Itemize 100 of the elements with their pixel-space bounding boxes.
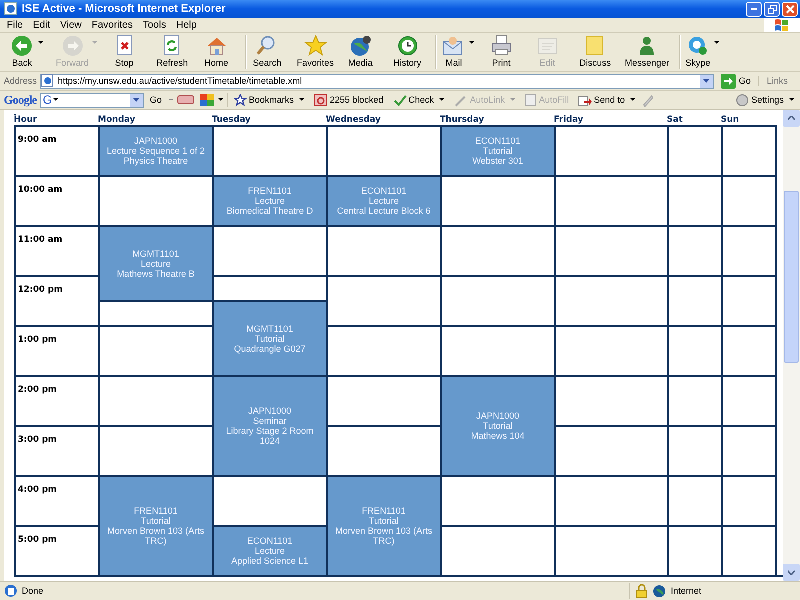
refresh-button[interactable]: Refresh	[150, 35, 196, 69]
mail-button[interactable]: Mail	[435, 35, 482, 69]
dropdown-arrow-icon	[714, 41, 720, 45]
course-code: FREN1101	[248, 186, 292, 196]
page-icon	[4, 2, 18, 16]
discuss-button[interactable]: Discuss	[573, 35, 620, 69]
globe-icon	[653, 584, 666, 598]
settings-button[interactable]: Settings	[733, 94, 798, 106]
hour-label: 3:00 pm	[18, 435, 58, 445]
class-room: Biomedical Theatre D	[226, 206, 314, 216]
zone-label: Internet	[671, 586, 702, 596]
menu-item[interactable]: Favorites	[86, 20, 138, 30]
class-type: Lecture	[254, 546, 286, 556]
star-icon	[234, 94, 248, 106]
class-type: Tutorial	[483, 146, 513, 156]
page-icon	[4, 584, 18, 598]
go-button[interactable]: Go	[147, 95, 166, 105]
history-button[interactable]: History	[386, 35, 432, 69]
course-code: FREN1101	[362, 506, 406, 516]
sendto-button[interactable]: Send to	[575, 94, 640, 106]
favorites-button[interactable]: Favorites	[291, 35, 340, 69]
pencil-icon	[642, 93, 654, 107]
form-icon	[525, 94, 538, 106]
dropdown-arrow-icon	[789, 98, 795, 102]
scrollbar[interactable]	[783, 110, 800, 581]
dropdown-arrow-icon	[510, 98, 516, 102]
close-button[interactable]	[782, 2, 798, 16]
course-code: ECON1101	[475, 136, 521, 146]
class-room: Mathews 104	[471, 431, 525, 441]
minimize-icon	[751, 8, 757, 10]
close-icon	[786, 4, 794, 14]
dropdown-arrow-icon	[630, 98, 636, 102]
page-icon	[41, 74, 56, 88]
class-room: Library Stage 2 Room 1024	[225, 426, 315, 446]
hour-label: 2:00 pm	[18, 385, 58, 395]
class-room: Webster 301	[472, 156, 524, 166]
caret-up-icon	[788, 116, 795, 121]
bookmarks-button[interactable]: Bookmarks	[231, 94, 308, 106]
hour-label: 9:00 am	[18, 135, 57, 145]
search-field[interactable]: G	[40, 92, 144, 108]
google-logo: Google	[4, 92, 37, 108]
class-room: Quadrangle G027	[234, 344, 306, 354]
star-icon	[304, 35, 328, 57]
course-code: JAPN1000	[248, 406, 292, 416]
printer-icon	[490, 35, 514, 57]
class-type: Tutorial	[369, 516, 399, 526]
menu-item[interactable]: Tools	[138, 20, 172, 30]
dropdown-arrow-icon[interactable]	[218, 98, 224, 102]
windows-logo-icon	[764, 18, 800, 32]
class-type: Lecture Sequence 1 of 2	[106, 146, 206, 156]
links-button[interactable]: Links	[758, 76, 796, 86]
restore-button[interactable]	[764, 2, 780, 16]
class-type: Tutorial	[141, 516, 171, 526]
class-type: Lecture	[140, 258, 172, 268]
blocked-button[interactable]: 2255 blocked	[311, 94, 387, 106]
dropdown-arrow-icon	[299, 98, 306, 102]
minimize-button[interactable]	[746, 2, 762, 16]
media-button[interactable]: Media	[340, 35, 386, 69]
menu-item[interactable]: Help	[171, 20, 202, 30]
stop-button[interactable]: Stop	[104, 35, 150, 69]
course-code: ECON1101	[361, 186, 407, 196]
hour-label: 10:00 am	[18, 185, 63, 195]
class-room: Mathews Theatre B	[117, 268, 195, 278]
back-button[interactable]: Back	[4, 35, 50, 69]
gear-icon	[736, 94, 750, 106]
hour-label: 1:00 pm	[18, 335, 58, 345]
dropdown-arrow-icon	[92, 41, 98, 45]
class-type: Lecture	[368, 196, 400, 206]
check-button[interactable]: Check	[390, 94, 448, 106]
dropdown-arrow-icon[interactable]	[53, 98, 60, 102]
go-button[interactable]: Go	[716, 74, 755, 88]
search-button[interactable]: Search	[245, 35, 292, 69]
menu-item[interactable]: Edit	[28, 20, 56, 30]
window-title: ISE Active - Microsoft Internet Explorer	[22, 3, 227, 15]
class-type: Tutorial	[483, 421, 513, 431]
lock-icon	[636, 584, 648, 598]
home-button[interactable]: Home	[196, 35, 242, 69]
class-type: Seminar	[253, 416, 287, 426]
restore-icon	[768, 4, 776, 14]
status-text: Done	[22, 586, 44, 596]
menu-item[interactable]: View	[55, 20, 87, 30]
print-button[interactable]: Print	[481, 35, 528, 69]
address-field[interactable]: https://my.unsw.edu.au/active/studentTimetable/timetable.xml	[40, 74, 714, 88]
scroll-down-button[interactable]	[783, 564, 800, 581]
scroll-up-button[interactable]	[783, 110, 800, 127]
menu-item[interactable]: File	[2, 20, 28, 30]
blocked-window-icon	[314, 94, 328, 106]
send-icon	[578, 94, 592, 106]
color-squares-icon	[199, 93, 216, 107]
spellcheck-icon	[392, 94, 407, 106]
skype-button[interactable]: Skype	[678, 35, 726, 69]
clock-icon	[396, 35, 420, 57]
dropdown-arrow-icon	[38, 41, 44, 45]
caret-down-icon	[788, 570, 795, 575]
hour-label: 5:00 pm	[18, 535, 58, 545]
globe-icon	[348, 35, 373, 57]
course-code: ECON1101	[247, 536, 293, 546]
scroll-thumb[interactable]	[784, 191, 799, 363]
messenger-button[interactable]: Messenger	[619, 35, 676, 69]
class-type: Lecture	[254, 196, 286, 206]
